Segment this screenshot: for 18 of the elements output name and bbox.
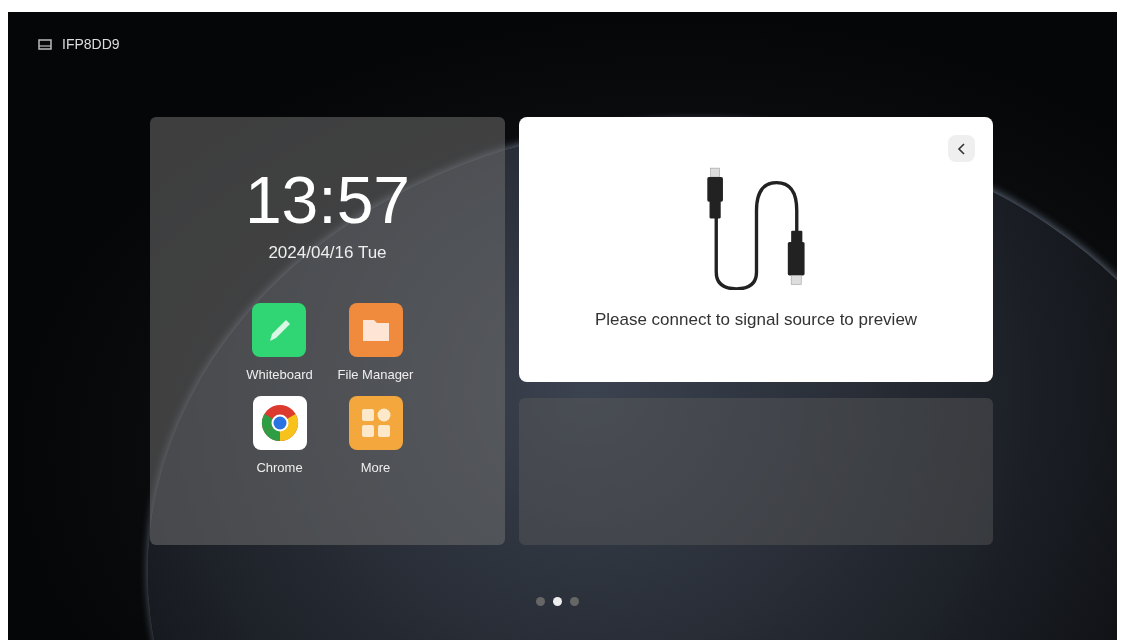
clock-date: 2024/04/16 Tue — [268, 243, 387, 263]
chevron-left-icon — [956, 141, 967, 156]
page-indicator-dot[interactable] — [536, 597, 545, 606]
pencil-app-icon — [252, 303, 307, 357]
browser-app-icon — [252, 396, 307, 450]
page-indicator-dot[interactable] — [570, 597, 579, 606]
app-shortcut[interactable]: More — [348, 396, 403, 475]
device-name: IFP8DD9 — [62, 36, 120, 52]
back-button[interactable] — [948, 135, 975, 162]
app-shortcut[interactable]: Whiteboard — [246, 303, 313, 382]
app-shortcut[interactable]: Chrome — [252, 396, 307, 475]
clock-time: 13:57 — [244, 167, 411, 233]
folder-app-icon — [348, 303, 403, 357]
app-shortcut[interactable]: File Manager — [337, 303, 414, 382]
preview-message: Please connect to signal source to preview — [594, 310, 918, 330]
grid-app-icon — [348, 396, 403, 450]
page-indicator-dot[interactable] — [553, 597, 562, 606]
display-icon — [38, 38, 52, 50]
